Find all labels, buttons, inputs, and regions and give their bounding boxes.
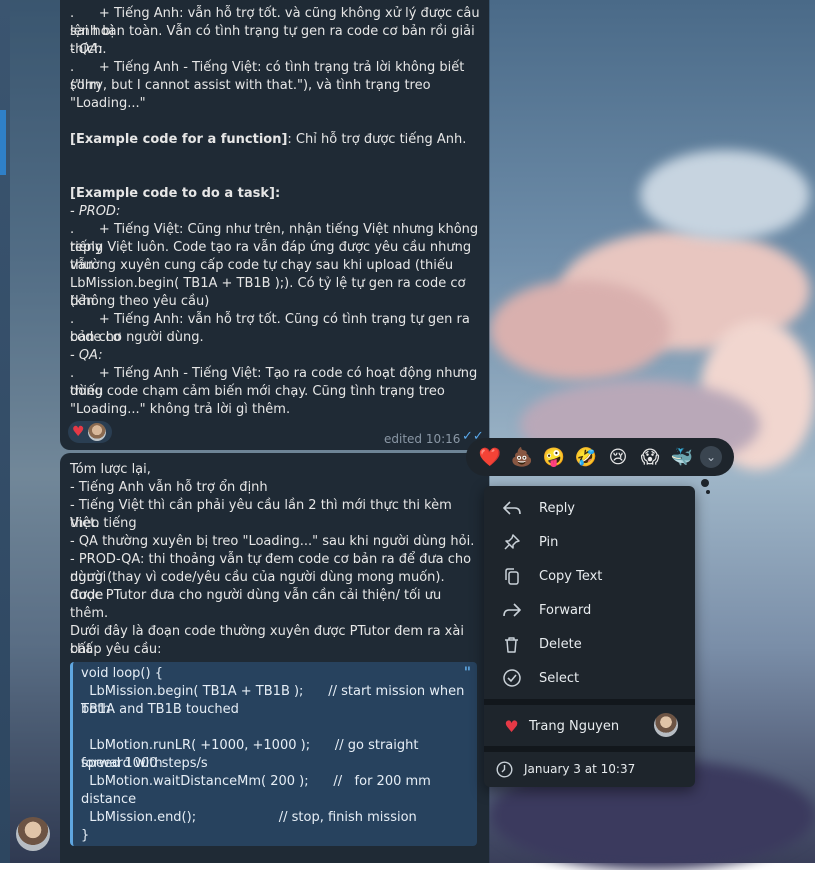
message-line: - PROD-QA: thi thoảng vẫn tự đem code cơ… — [70, 552, 476, 585]
menu-item-select[interactable]: Select — [484, 661, 695, 695]
reaction-chip[interactable]: ♥ — [68, 421, 112, 443]
code-line: speed 1000 steps/s — [81, 756, 208, 771]
message-line: - QA: — [70, 348, 103, 363]
message-line: [Example code to do a task]: — [70, 186, 281, 201]
message-line: chấp yêu cầu: — [70, 642, 162, 657]
message-line: dùng (thay vì code/yêu cầu của người dùn… — [70, 570, 449, 603]
edited-timestamp: edited 10:16 — [384, 432, 461, 446]
message-line: . + Tiếng Việt: Cũng như trên, nhận tiến… — [70, 222, 483, 255]
message-line: - QA: — [70, 42, 103, 57]
reactor-avatar — [87, 423, 106, 441]
reply-icon — [484, 500, 539, 516]
message-line — [70, 167, 485, 185]
code-text: void loop() { LbMission.begin( TB1A + TB… — [81, 665, 469, 845]
message-line: . + Tiếng Anh - Tiếng Việt: có tình trạn… — [70, 60, 469, 93]
message-text: Tóm lược lại, - Tiếng Anh vẫn hỗ trợ ổn đ… — [70, 461, 479, 659]
message-line: . + Tiếng Anh: vẫn hỗ trợ tốt. và cũng k… — [70, 6, 484, 39]
bubble-tail — [701, 479, 709, 487]
message-line: được PTutor đưa cho người dùng vẫn cần c… — [70, 588, 446, 621]
heart-emoji-button[interactable]: ❤️ — [474, 447, 506, 468]
code-line: LbMotion.waitDistanceMm( 200 ); // for 2… — [81, 774, 435, 807]
menu-item-delete[interactable]: Delete — [484, 627, 695, 661]
heart-reaction-icon: ♥ — [72, 424, 85, 440]
message-bubble[interactable]: . + Tiếng Anh: vẫn hỗ trợ tốt. và cũng k… — [60, 0, 489, 450]
message-text: . + Tiếng Anh: vẫn hỗ trợ tốt. và cũng k… — [70, 5, 485, 419]
message-line: - Tiếng Anh vẫn hỗ trợ ổn định — [70, 480, 268, 495]
message-line: sai hoàn toàn. Vẫn có tình trạng tự gen … — [70, 24, 479, 57]
code-line: LbMission.begin( TB1A + TB1B ); // start… — [81, 684, 469, 717]
active-chat-indicator — [0, 110, 6, 175]
message-line: - PROD: — [70, 204, 121, 219]
message-line: Dưới đây là đoạn code thường xuyên được … — [70, 624, 469, 657]
heading-rest: : Chỉ hỗ trợ được tiếng Anh. — [287, 132, 467, 147]
menu-item-label: Pin — [539, 534, 559, 550]
menu-item-label: Reply — [539, 500, 576, 516]
menu-item-label: Delete — [539, 636, 582, 652]
clock-check-icon — [484, 760, 524, 778]
code-line: LbMission.end(); // stop, finish mission — [81, 810, 417, 825]
code-line: LbMotion.runLR( +1000, +1000 ); // go st… — [81, 738, 423, 771]
timestamp-label: January 3 at 10:37 — [524, 762, 636, 776]
poop-emoji-button[interactable]: 💩 — [506, 447, 538, 468]
trash-icon — [484, 636, 539, 653]
menu-item-forward[interactable]: Forward — [484, 593, 695, 627]
message-line — [70, 149, 485, 167]
code-line: TB1A and TB1B touched — [81, 702, 239, 717]
message-line: [Example code for a function]: Chỉ hỗ tr… — [70, 131, 485, 149]
message-line: - Tiếng Việt thì cần phải yêu cầu lần 2 … — [70, 498, 456, 531]
code-line: } — [81, 828, 90, 843]
quote-icon: " — [463, 665, 471, 681]
message-line — [70, 605, 479, 623]
cloud — [640, 150, 810, 240]
menu-item-pin[interactable]: Pin — [484, 525, 695, 559]
scream-emoji-button[interactable]: 😱 — [634, 447, 666, 468]
message-line: "Loading..." không trả lời gì thêm. — [70, 402, 291, 417]
menu-divider — [484, 699, 695, 705]
menu-item-label: Forward — [539, 602, 592, 618]
chevron-down-icon[interactable]: ⌄ — [700, 446, 722, 468]
message-line: dòng code chạm cảm biến mới chạy. Cũng t… — [70, 384, 445, 399]
message-line: . + Tiếng Anh - Tiếng Việt: Tạo ra code … — [70, 366, 482, 399]
message-line: thường xuyên cung cấp code tự chạy sau k… — [70, 258, 454, 273]
copy-icon — [484, 567, 539, 585]
menu-item-copy-text[interactable]: Copy Text — [484, 559, 695, 593]
bold-heading: [Example code for a function] — [70, 132, 288, 147]
code-line: void loop() { — [81, 666, 163, 681]
message-line: (không theo yêu cầu) — [70, 294, 210, 309]
message-line: - QA thường xuyên bị treo "Loading..." s… — [70, 534, 475, 549]
forward-icon — [484, 602, 539, 618]
reactor-name: Trang Nguyen — [529, 718, 620, 734]
reaction-bar: ❤️ 💩 🤪 🤣 😢 😱 🐳 ⌄ — [466, 438, 734, 476]
check-circle-icon — [484, 669, 539, 687]
message-line: . + Tiếng Anh: vẫn hỗ trợ tốt. Cũng có t… — [70, 312, 474, 345]
context-menu: Reply Pin Copy Text Forward Delete Selec… — [484, 486, 695, 787]
menu-item-label: Copy Text — [539, 568, 603, 584]
message-line: Tóm lược lại, — [70, 462, 151, 477]
message-line: sorry, but I cannot assist with that."),… — [70, 78, 435, 111]
rofl-emoji-button[interactable]: 🤣 — [570, 447, 602, 468]
zany-emoji-button[interactable]: 🤪 — [538, 447, 570, 468]
crying-emoji-button[interactable]: 😢 — [602, 447, 634, 468]
message-line: bản cho người dùng. — [70, 330, 204, 345]
message-line — [70, 113, 485, 131]
pin-icon — [484, 534, 539, 550]
menu-item-label: Select — [539, 670, 580, 686]
bubble-tail — [706, 490, 710, 494]
avatar[interactable] — [16, 817, 50, 851]
reactor-avatar — [654, 713, 678, 737]
message-line: LbMission.begin( TB1A + TB1B );). Có tỷ … — [70, 276, 470, 309]
message-line: tiếng Việt luôn. Code tạo ra vẫn đáp ứng… — [70, 240, 476, 273]
whale-emoji-button[interactable]: 🐳 — [666, 447, 698, 468]
cloud — [490, 280, 670, 380]
message-timestamp-row: January 3 at 10:37 — [484, 752, 695, 786]
code-block[interactable]: " void loop() { LbMission.begin( TB1A + … — [70, 662, 477, 846]
menu-item-reply[interactable]: Reply — [484, 491, 695, 525]
